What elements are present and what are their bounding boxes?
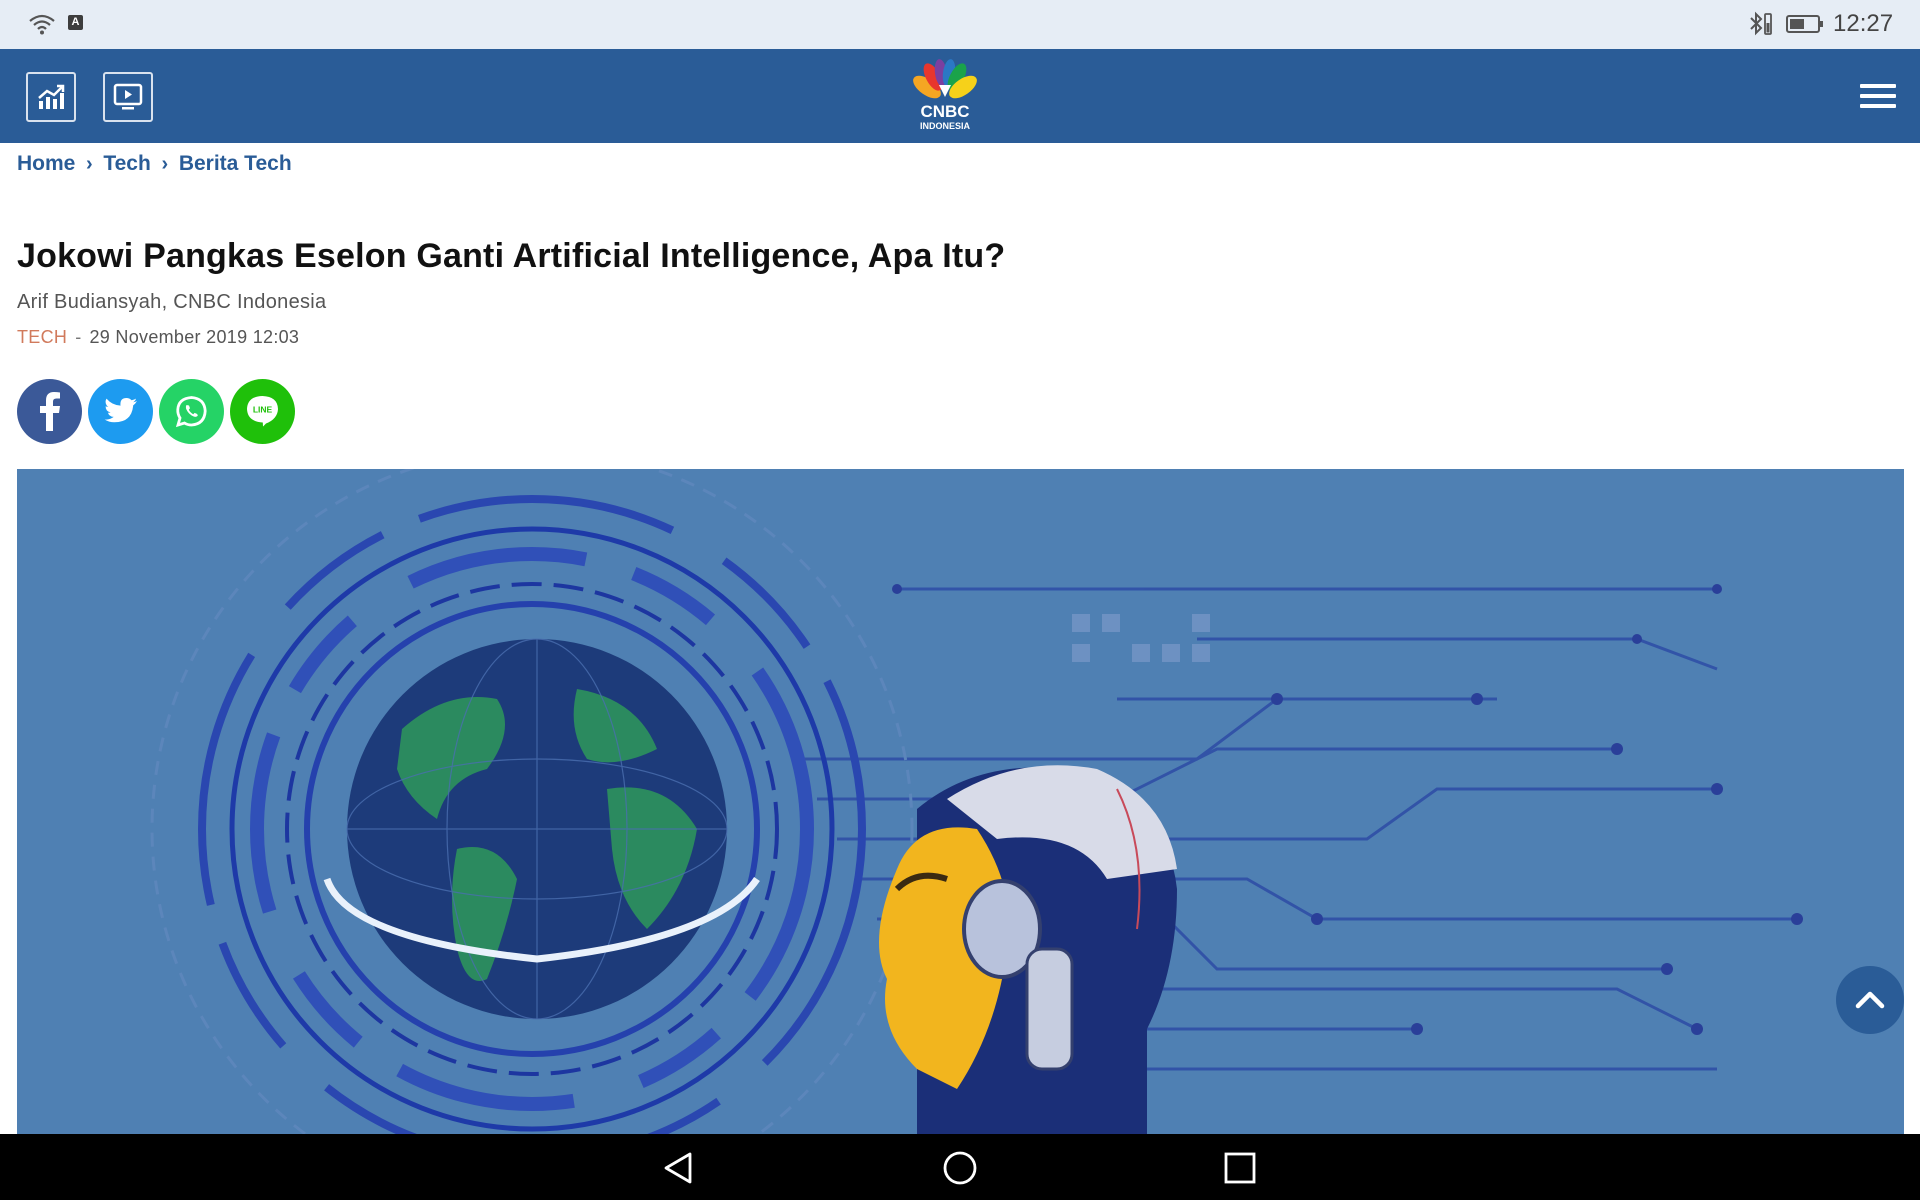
- chevron-right-icon: ›: [161, 152, 169, 175]
- whatsapp-icon: [175, 396, 207, 428]
- peacock-icon: CNBC INDONESIA: [913, 59, 977, 131]
- share-line-button[interactable]: LINE: [230, 379, 295, 444]
- article-meta: TECH -29 November 2019 12:03: [17, 327, 299, 348]
- wifi-icon: [29, 14, 55, 35]
- scroll-to-top-button[interactable]: [1836, 966, 1904, 1034]
- line-icon: LINE: [247, 396, 278, 427]
- status-bar: A 12:27: [0, 0, 1920, 49]
- chevron-up-icon: [1855, 991, 1885, 1009]
- hamburger-menu-icon[interactable]: [1860, 81, 1896, 111]
- chevron-right-icon: ›: [86, 152, 93, 175]
- article-hero-image[interactable]: [17, 469, 1904, 1134]
- bluetooth-icon: [1750, 11, 1772, 36]
- breadcrumb-home[interactable]: Home: [17, 152, 75, 176]
- market-chart-icon: [38, 84, 65, 109]
- share-twitter-button[interactable]: [88, 379, 153, 444]
- clock: 12:27: [1833, 10, 1894, 37]
- twitter-icon: [104, 398, 137, 423]
- breadcrumb-berita-tech[interactable]: Berita Tech: [179, 152, 292, 176]
- system-navigation-bar: [0, 1134, 1920, 1200]
- battery-icon: [1786, 15, 1823, 33]
- facebook-icon: [40, 392, 60, 431]
- recents-icon[interactable]: [1220, 1148, 1260, 1188]
- article-title: Jokowi Pangkas Eselon Ganti Artificial I…: [17, 237, 1006, 275]
- market-button[interactable]: [26, 72, 76, 122]
- article-date: 29 November 2019 12:03: [89, 327, 300, 347]
- tv-play-icon: [113, 83, 143, 110]
- cnbc-logo[interactable]: CNBC INDONESIA: [905, 57, 985, 135]
- breadcrumb-tech[interactable]: Tech: [103, 152, 150, 176]
- home-icon[interactable]: [940, 1148, 980, 1188]
- site-header: CNBC INDONESIA: [0, 49, 1920, 143]
- breadcrumb: Home › Tech › Berita Tech: [17, 152, 292, 176]
- logo-subtext: INDONESIA: [920, 121, 971, 131]
- article-category[interactable]: TECH: [17, 327, 67, 347]
- separator: -: [75, 327, 82, 347]
- line-label: LINE: [253, 405, 273, 415]
- share-facebook-button[interactable]: [17, 379, 82, 444]
- tv-button[interactable]: [103, 72, 153, 122]
- a-badge-icon: A: [68, 15, 83, 30]
- back-icon[interactable]: [660, 1148, 700, 1188]
- ai-robot-globe-illustration: [17, 469, 1904, 1134]
- logo-text: CNBC: [920, 102, 969, 121]
- article-author: Arif Budiansyah, CNBC Indonesia: [17, 291, 327, 313]
- share-whatsapp-button[interactable]: [159, 379, 224, 444]
